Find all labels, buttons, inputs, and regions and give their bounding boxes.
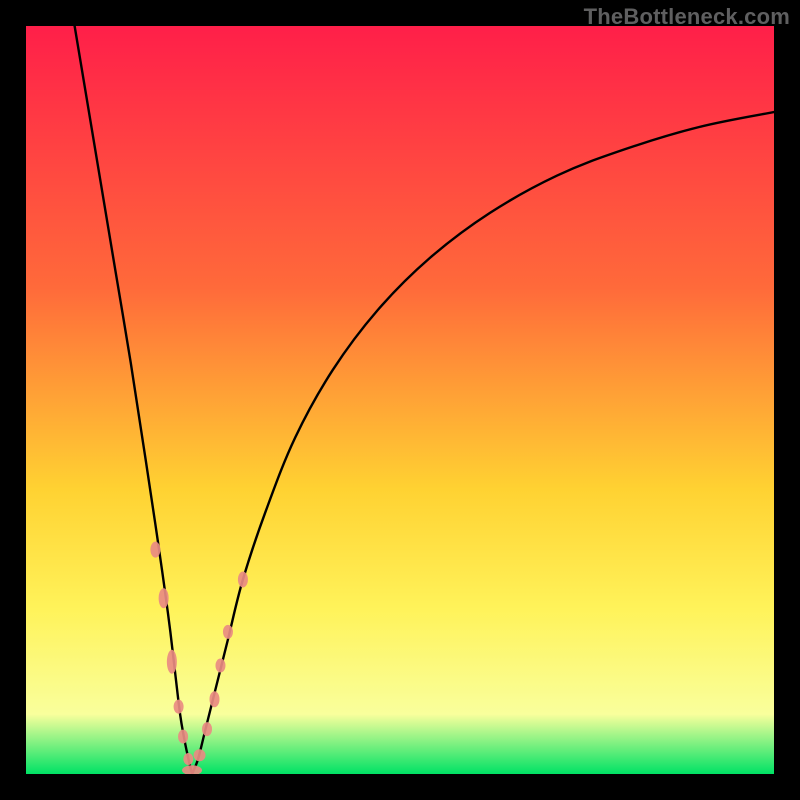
chart-svg (26, 26, 774, 774)
marker-group (150, 542, 248, 774)
curve-right-branch (192, 112, 774, 774)
marker-12 (238, 572, 248, 588)
outer-frame: TheBottleneck.com (0, 0, 800, 800)
marker-8 (202, 722, 212, 736)
marker-2 (167, 650, 177, 674)
marker-6 (182, 765, 202, 774)
marker-10 (215, 659, 225, 673)
marker-7 (194, 749, 206, 761)
watermark-text: TheBottleneck.com (584, 4, 790, 30)
marker-3 (174, 700, 184, 714)
marker-5 (183, 753, 193, 765)
marker-1 (159, 588, 169, 608)
plot-area (26, 26, 774, 774)
series-group (75, 26, 774, 774)
marker-4 (178, 730, 188, 744)
marker-11 (223, 625, 233, 639)
marker-9 (210, 691, 220, 707)
marker-0 (150, 542, 160, 558)
